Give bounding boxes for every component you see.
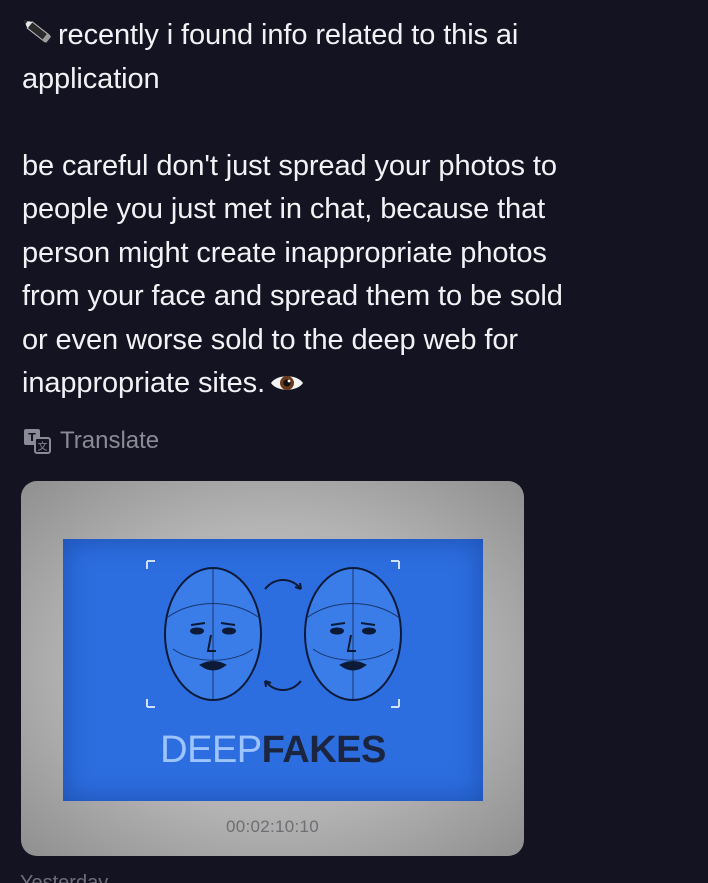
pencil-icon bbox=[24, 20, 52, 43]
post-text-line: people you just met in chat, because tha… bbox=[22, 193, 546, 225]
post-text: recently i found info related to this ai… bbox=[22, 14, 672, 406]
post-text-line: from your face and spread them to be sol… bbox=[22, 280, 563, 312]
post-line-1: recently i found info related to this ai bbox=[22, 14, 672, 58]
post: recently i found info related to this ai… bbox=[0, 0, 708, 883]
svg-text:文: 文 bbox=[38, 440, 48, 453]
title-fakes: FAKES bbox=[261, 729, 387, 771]
deepfakes-title: DEEPFAKES bbox=[63, 729, 483, 772]
translate-button[interactable]: T 文 Translate bbox=[22, 425, 159, 457]
video-thumbnail[interactable]: DEEPFAKES 00:02:10:10 bbox=[21, 481, 524, 856]
face-right bbox=[304, 567, 402, 701]
face-left bbox=[164, 567, 262, 701]
video-frame: DEEPFAKES bbox=[63, 539, 483, 801]
translate-label: Translate bbox=[60, 427, 160, 454]
title-deep: DEEP bbox=[160, 729, 262, 771]
post-timestamp: Yesterday bbox=[20, 872, 109, 883]
post-text-line: recently i found info related to this ai bbox=[58, 19, 519, 51]
post-text-line: or even worse sold to the deep web for bbox=[22, 323, 518, 356]
translate-icon: T 文 bbox=[24, 429, 51, 454]
post-text-line: application bbox=[22, 62, 160, 95]
post-text-line: inappropriate sites. bbox=[22, 367, 266, 399]
video-timecode: 00:02:10:10 bbox=[225, 817, 320, 836]
post-text-line: person might create inappropriate photos bbox=[22, 236, 547, 269]
post-line-last: inappropriate sites. bbox=[22, 362, 672, 406]
post-text-line: be careful don't just spread your photos… bbox=[22, 149, 557, 182]
eye-icon bbox=[271, 376, 304, 390]
